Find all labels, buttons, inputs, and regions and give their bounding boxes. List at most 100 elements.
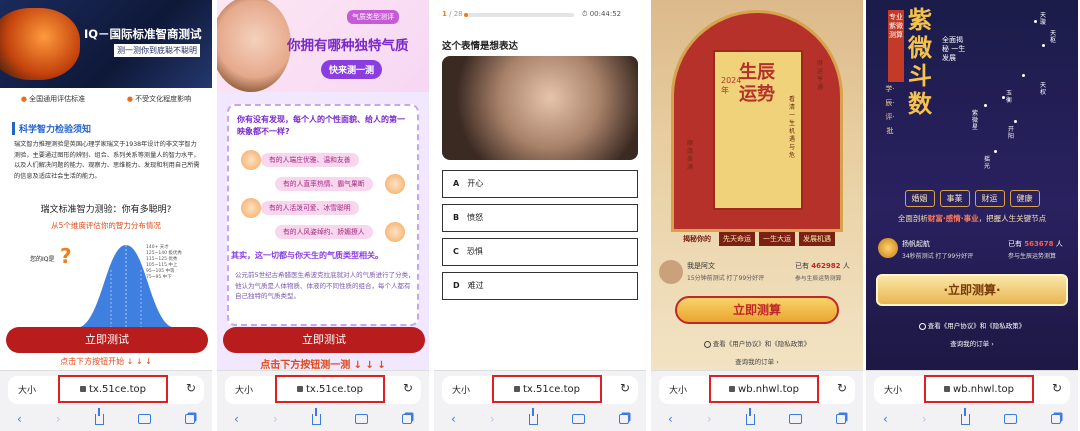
user-meta: 15分钟前测试 打了99分好评 [687,275,765,282]
timer-value: 00:44:52 [589,10,622,18]
option-a[interactable]: A 开心 [442,170,638,198]
page-settings-button[interactable]: 大小 [452,383,470,396]
reload-icon[interactable]: ↻ [1052,381,1062,395]
page-settings-button[interactable]: 大小 [235,383,253,396]
url-highlight[interactable]: tx.51ce.top [492,375,602,403]
url-highlight[interactable]: wb.nhwl.top [924,375,1034,403]
forward-icon[interactable]: › [490,412,495,426]
option-d[interactable]: D 难过 [442,272,638,300]
check-icon[interactable] [918,322,926,330]
testimonial: 扬帆起航 34秒前测试 打了99分好评 已有 563678 人 参与生辰运势测算 [874,236,1070,266]
forward-icon[interactable]: › [56,412,61,426]
count-value: 462982 [811,262,841,270]
bookmarks-icon[interactable] [571,414,585,424]
share-icon[interactable] [94,407,104,425]
bookmarks-icon[interactable] [788,414,802,424]
back-icon[interactable]: ‹ [883,412,888,426]
intro-paragraph: 瑞文智力推理测验是英国心理学家瑞文于1938年设计的非文字智力测验，主要通过图形… [14,141,200,180]
phone-panel-temperament-test: 气质类型测评 你拥有哪种独特气质 快来测一测 你有没有发现，每个人的个性面貌、给… [217,0,429,431]
start-test-button[interactable]: 立即测试 [6,327,208,353]
bookmarks-icon[interactable] [137,414,151,424]
url-highlight[interactable]: wb.nhwl.top [709,375,819,403]
url-highlight[interactable]: tx.51ce.top [275,375,385,403]
banner-test-button[interactable]: 快来测一测 [321,60,383,79]
check-icon[interactable] [703,340,711,348]
hero-banner: 气质类型测评 你拥有哪种独特气质 快来测一测 [217,0,429,92]
url-highlight[interactable]: tx.51ce.top [58,375,168,403]
phone-panel-iq-test: IQ－国际标准智商测试 测一测你到底聪不聪明 ● 全国通用评估标准 ● 不受文化… [0,0,212,431]
option-label: 愤怒 [467,213,484,222]
bookmarks-icon[interactable] [1003,414,1017,424]
star-icon [984,104,987,107]
agreement-row[interactable]: 查看《用户协议》和《隐私政策》 [866,320,1078,330]
agreement-row[interactable]: 查看《用户协议》和《隐私政策》 [651,338,863,348]
feature-item: ● 全国通用评估标准 [21,94,85,104]
share-icon[interactable] [745,407,755,425]
page-settings-button[interactable]: 大小 [884,383,902,396]
forward-icon[interactable]: › [707,412,712,426]
star-icon [1034,20,1037,23]
tab-career[interactable]: 事業 [939,190,970,207]
count-label: 参与生辰运势测算 [795,276,842,282]
count-value: 563678 [1024,240,1054,248]
trait-pill: 有的人直率热情、霸气果断 [275,177,373,191]
feature-item: ● 不受文化程度影响 [127,94,191,104]
option-b[interactable]: B 愤怒 [442,204,638,232]
avatar-icon [241,198,261,218]
back-icon[interactable]: ‹ [234,412,239,426]
tabs-icon[interactable] [184,414,195,424]
reload-icon[interactable]: ↻ [186,381,196,395]
category-badge: 气质类型测评 [347,10,399,24]
center-scroll-text: 看清一生机遇与危 [789,96,796,159]
back-icon[interactable]: ‹ [17,412,22,426]
legend-item: 75~95 中下 [146,275,172,280]
trait-pill: 有的人风姿绰约、娇媚撩人 [275,225,373,239]
calculate-button[interactable]: 立即测算 [675,296,839,324]
forward-icon[interactable]: › [273,412,278,426]
tagline-tag: 发展机遇 [799,232,835,246]
share-icon[interactable] [311,407,321,425]
browser-nav: ‹ › [866,407,1078,429]
page-title: 生辰运势 [739,62,775,105]
total-pages: / 28 [449,10,463,18]
reload-icon[interactable]: ↻ [403,381,413,395]
share-icon[interactable] [528,407,538,425]
bookmarks-icon[interactable] [354,414,368,424]
count-label: 参与生辰运势测算 [1008,253,1057,260]
iq-label: 您的IQ是 [30,256,55,263]
page-title: 紫微斗数 [908,6,932,118]
avatar [659,260,683,284]
calculate-button[interactable]: ·立即测算· [876,274,1068,306]
order-link[interactable]: 查询我的订单 › [651,356,863,366]
bullet-icon: ● [126,95,133,103]
option-c[interactable]: C 恐惧 [442,238,638,266]
star-icon [1042,44,1045,47]
page-settings-button[interactable]: 大小 [669,383,687,396]
forward-icon[interactable]: › [922,412,927,426]
tabs-icon[interactable] [835,414,846,424]
tab-marriage[interactable]: 婚姻 [904,190,935,207]
tabs-icon[interactable] [1050,414,1061,424]
order-link[interactable]: 查询我的订单 › [866,338,1078,348]
reload-icon[interactable]: ↻ [620,381,630,395]
tab-wealth[interactable]: 财运 [974,190,1005,207]
back-icon[interactable]: ‹ [668,412,673,426]
tabs-icon[interactable] [618,414,629,424]
agreement-text: 查看《用户协议》和《隐私政策》 [927,322,1026,330]
share-icon[interactable] [960,407,970,425]
option-key: C [453,247,459,256]
start-test-button[interactable]: 立即测试 [223,327,425,353]
option-key: B [453,213,460,222]
phone-panel-quiz-question: 1 / 28 ⏱ 00:44:52 这个表情是想表达 A 开心 B 愤怒 C 恐惧 D… [434,0,646,431]
tabs-icon[interactable] [401,414,412,424]
tab-health[interactable]: 健康 [1009,190,1040,207]
back-icon[interactable]: ‹ [451,412,456,426]
star-icon [1002,96,1005,99]
reload-icon[interactable]: ↻ [837,381,847,395]
page-settings-button[interactable]: 大小 [18,383,36,396]
participant-count: 已有 462982 人 [795,261,850,271]
feature-label: 不受文化程度影响 [135,95,192,103]
phone-panel-fortune: 生辰运势 2024年 顺缘美满 财运亨通 看清一生机遇与危 揭秘你的 先天命运 … [651,0,863,431]
avatar [878,238,898,258]
bullet-icon: ● [20,95,27,103]
